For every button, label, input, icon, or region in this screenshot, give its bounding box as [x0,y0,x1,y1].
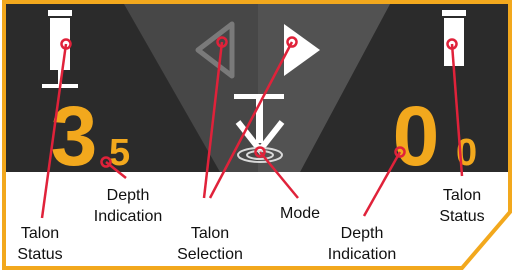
svg-text:Talon: Talon [191,225,229,242]
svg-text:Indication: Indication [94,208,163,225]
svg-text:Talon: Talon [443,187,481,204]
svg-text:Depth: Depth [107,187,150,204]
svg-text:Status: Status [17,246,62,263]
svg-text:Talon: Talon [21,225,59,242]
svg-text:Selection: Selection [177,246,243,263]
svg-text:Depth: Depth [341,225,384,242]
right-depth-whole: 0 [393,89,440,183]
svg-text:Indication: Indication [328,246,397,263]
svg-text:Status: Status [439,208,484,225]
talon-display-diagram: 3 5 0 0 Talon Status Depth Indication Ta… [2,0,512,270]
label-mode: Mode [280,205,320,222]
svg-text:Mode: Mode [280,205,320,222]
